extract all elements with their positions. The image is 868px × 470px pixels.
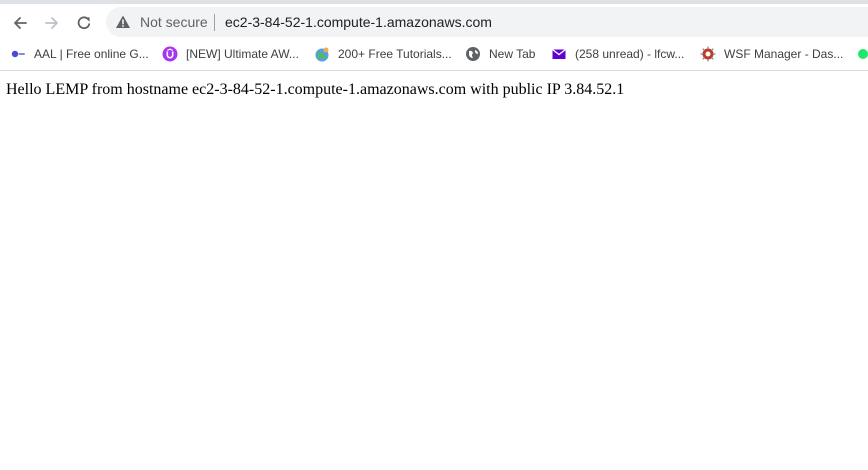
address-bar[interactable]: Not secure ec2-3-84-52-1.compute-1.amazo… [106,7,868,37]
bookmark-label: WSF Manager - Das... [724,47,844,61]
security-status-label[interactable]: Not secure [140,14,208,30]
bookmark-new-tab[interactable]: New Tab [465,45,535,63]
bookmark-partial[interactable] [855,45,868,63]
bookmark-label: 200+ Free Tutorials... [338,47,452,61]
arrow-left-icon [14,17,27,29]
url-text[interactable]: ec2-3-84-52-1.compute-1.amazonaws.com [225,14,492,30]
bookmark-label: AAL | Free online G... [34,47,149,61]
globe-icon [465,46,481,62]
bookmark-ultimate-aws[interactable]: [NEW] Ultimate AW... [162,45,299,63]
globe-colorful-icon [314,46,330,62]
bookmark-aal[interactable]: AAL | Free online G... [10,45,149,63]
reload-button[interactable] [70,9,98,37]
bookmarks-bar: AAL | Free online G... [NEW] Ultimate AW… [0,40,868,71]
warning-triangle-icon[interactable] [115,14,131,30]
back-button[interactable] [6,9,34,37]
browser-toolbar: Not secure ec2-3-84-52-1.compute-1.amazo… [0,4,868,40]
address-separator [214,14,215,31]
wsf-icon [700,46,716,62]
mail-icon [551,46,567,62]
udemy-icon [162,46,178,62]
bookmark-mail[interactable]: (258 unread) - lfcw... [551,45,684,63]
aal-icon [10,46,26,62]
reload-icon [77,16,91,30]
forward-button[interactable] [38,9,66,37]
bookmark-wsf-manager[interactable]: WSF Manager - Das... [700,45,843,63]
bookmark-label: New Tab [489,47,536,61]
bookmark-free-tutorials[interactable]: 200+ Free Tutorials... [314,45,452,63]
bookmark-label: (258 unread) - lfcw... [575,47,685,61]
arrow-right-icon [45,17,58,29]
bookmark-label: [NEW] Ultimate AW... [186,47,299,61]
green-dot-icon [855,46,868,62]
page-body-text: Hello LEMP from hostname ec2-3-84-52-1.c… [6,81,625,98]
